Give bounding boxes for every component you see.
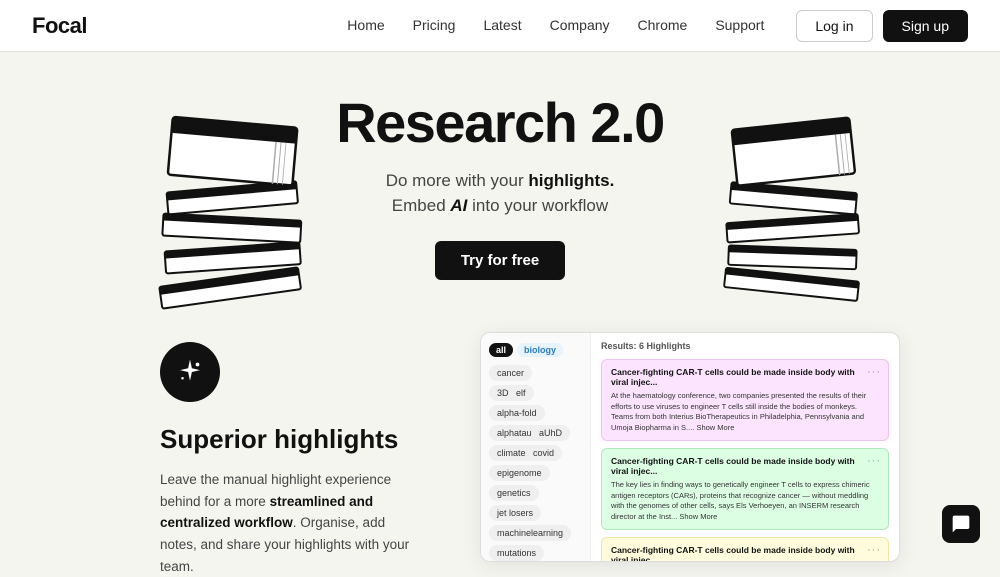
sidebar-tag-genetics[interactable]: genetics xyxy=(489,485,539,501)
book-illustration-right xyxy=(715,112,870,307)
hero-subtitle-highlights: highlights. xyxy=(528,171,614,190)
hero-section: Research 2.0 Do more with your highlight… xyxy=(0,52,1000,312)
card-menu-1[interactable]: ··· xyxy=(867,366,881,378)
app-inner: all biology cancer 3D elf alpha-fold alp… xyxy=(481,333,899,561)
sidebar-tag-climate[interactable]: climate covid xyxy=(489,445,562,461)
card-title-3: Cancer-fighting CAR-T cells could be mad… xyxy=(611,545,879,561)
section-title: Superior highlights xyxy=(160,424,420,455)
chat-icon xyxy=(951,514,971,534)
hero-subtitle-text1: Do more with your xyxy=(386,171,529,190)
login-button[interactable]: Log in xyxy=(796,10,872,42)
hero-subtitle: Do more with your highlights. Embed AI i… xyxy=(386,168,615,219)
nav-support[interactable]: Support xyxy=(715,17,764,33)
sidebar-tag-alphafold[interactable]: alpha-fold xyxy=(489,405,545,421)
card-body-1: At the haematology conference, two compa… xyxy=(611,391,879,433)
card-menu-3[interactable]: ··· xyxy=(867,544,881,556)
nav-chrome[interactable]: Chrome xyxy=(638,17,688,33)
hero-subtitle-text3: into your workflow xyxy=(467,196,608,215)
features-section: Superior highlights Leave the manual hig… xyxy=(0,312,1000,577)
card-body-2: The key lies in finding ways to genetica… xyxy=(611,480,879,522)
app-content-area: Results: 6 Highlights ··· Cancer-fightin… xyxy=(591,333,899,561)
sidebar-tag-list: cancer 3D elf alpha-fold alphatau aUhD c… xyxy=(489,365,582,562)
nav-links: Home Pricing Latest Company Chrome Suppo… xyxy=(347,17,764,35)
sidebar-tag-epigenome[interactable]: epigenome xyxy=(489,465,550,481)
highlight-card-2: ··· Cancer-fighting CAR-T cells could be… xyxy=(601,448,889,530)
app-sidebar: all biology cancer 3D elf alpha-fold alp… xyxy=(481,333,591,561)
tag-biology[interactable]: biology xyxy=(517,343,563,357)
brand-logo[interactable]: Focal xyxy=(32,13,87,39)
sidebar-tag-ml[interactable]: machinelearning xyxy=(489,525,571,541)
hero-subtitle-text2: Embed xyxy=(392,196,451,215)
sidebar-tag-mutations[interactable]: mutations xyxy=(489,545,544,561)
sidebar-tag-3d[interactable]: 3D elf xyxy=(489,385,534,401)
navbar: Focal Home Pricing Latest Company Chrome… xyxy=(0,0,1000,52)
features-left: Superior highlights Leave the manual hig… xyxy=(160,332,420,577)
results-label: Results: 6 Highlights xyxy=(601,341,889,351)
hero-title: Research 2.0 xyxy=(336,92,664,154)
card-title-1: Cancer-fighting CAR-T cells could be mad… xyxy=(611,367,879,387)
sidebar-tag-cancer[interactable]: cancer xyxy=(489,365,532,381)
book-illustration-left xyxy=(145,107,315,307)
try-free-button[interactable]: Try for free xyxy=(435,241,565,280)
nav-pricing[interactable]: Pricing xyxy=(413,17,456,33)
section-description: Leave the manual highlight experience be… xyxy=(160,469,420,577)
sidebar-tag-jetlosers[interactable]: jet losers xyxy=(489,505,541,521)
nav-company[interactable]: Company xyxy=(550,17,610,33)
app-preview-panel: all biology cancer 3D elf alpha-fold alp… xyxy=(480,332,900,562)
highlight-card-3: ··· Cancer-fighting CAR-T cells could be… xyxy=(601,537,889,561)
chat-widget-button[interactable] xyxy=(942,505,980,543)
tag-all[interactable]: all xyxy=(489,343,513,357)
app-top-tags: all biology xyxy=(489,343,582,357)
nav-auth-buttons: Log in Sign up xyxy=(796,10,968,42)
nav-latest[interactable]: Latest xyxy=(483,17,521,33)
sparkle-icon-circle xyxy=(160,342,220,402)
highlight-card-1: ··· Cancer-fighting CAR-T cells could be… xyxy=(601,359,889,441)
sparkle-icon xyxy=(175,357,205,387)
card-menu-2[interactable]: ··· xyxy=(867,455,881,467)
nav-home[interactable]: Home xyxy=(347,17,384,33)
card-title-2: Cancer-fighting CAR-T cells could be mad… xyxy=(611,456,879,476)
signup-button[interactable]: Sign up xyxy=(883,10,968,42)
sidebar-tag-alphatau[interactable]: alphatau aUhD xyxy=(489,425,570,441)
hero-ai-text: AI xyxy=(450,196,467,215)
